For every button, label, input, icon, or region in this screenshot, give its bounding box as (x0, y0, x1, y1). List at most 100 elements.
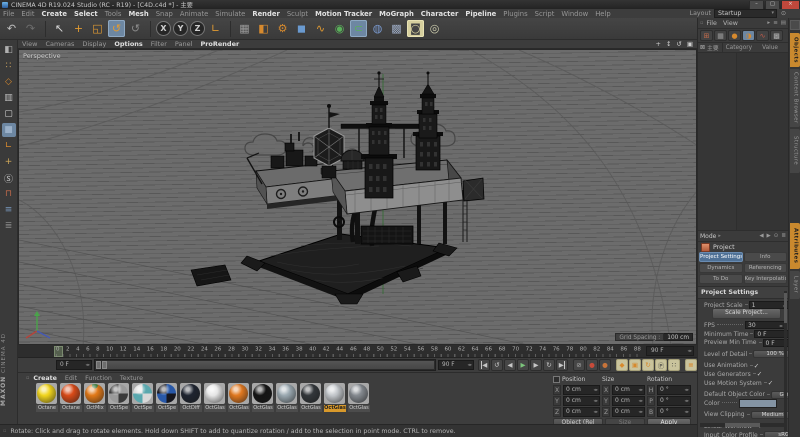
viewport-menu-display[interactable]: Display (82, 40, 106, 48)
render-settings-button[interactable]: ⚙ (274, 20, 291, 37)
material-item[interactable]: OctGlas (276, 383, 298, 412)
menu-character[interactable]: Character (421, 10, 459, 18)
material-thumbnail[interactable] (276, 383, 297, 404)
preview-range-slider[interactable] (94, 359, 436, 371)
material-item[interactable]: OctGlas (204, 383, 226, 412)
deformers-menu[interactable]: ⊂ (350, 20, 367, 37)
rotate-tool[interactable]: ↺ (108, 20, 125, 37)
material-ball-icon[interactable]: ● (728, 30, 741, 41)
tab-to-do[interactable]: To Do (699, 274, 743, 284)
material-label[interactable]: OctGlas (228, 405, 250, 412)
material-label[interactable]: OctGlas (204, 405, 226, 412)
category-value-pane[interactable] (737, 53, 788, 230)
history-forward-icon[interactable]: ▶ (767, 233, 771, 239)
redo-button[interactable]: ↷ (22, 20, 39, 37)
axis-mode-button[interactable]: ∟ (2, 139, 16, 153)
polygons-mode-button[interactable]: ▥ (2, 91, 16, 105)
coordinate-system-toggle[interactable]: ∟ (207, 20, 224, 37)
autokeying-button[interactable]: ● (586, 359, 598, 371)
material-menu-function[interactable]: Function (85, 375, 112, 382)
spinner-icon[interactable]: ◂▸ (638, 386, 643, 395)
expand-icon[interactable]: ▸ (767, 20, 770, 26)
goto-start-button[interactable]: ◀ (478, 359, 490, 371)
panel-menu-icon[interactable]: ▤ (781, 20, 786, 26)
list-icon[interactable]: ≡ (773, 20, 778, 26)
tab-project-settings[interactable]: Project Settings (699, 252, 743, 262)
scene-nodes-icon[interactable]: ⊞ (700, 30, 713, 41)
material-label[interactable]: OctSpe (132, 405, 154, 412)
render-view-button[interactable]: ▦ (236, 20, 253, 37)
material-thumbnail[interactable] (204, 383, 225, 404)
material-thumbnail[interactable] (324, 383, 345, 404)
vertical-scrollbar[interactable] (784, 291, 787, 431)
attribute-section-header[interactable]: Project Settings (698, 286, 788, 299)
x-axis-lock[interactable]: X (156, 21, 171, 36)
scale-tool[interactable]: ◱ (89, 20, 106, 37)
category-column-header[interactable]: Category (726, 45, 752, 51)
panel-menu-icon[interactable] (790, 20, 800, 30)
scrollbar-thumb[interactable] (784, 293, 787, 323)
tab-referencing[interactable]: Referencing (744, 263, 788, 273)
material-item[interactable]: OctSpe (132, 383, 154, 412)
material-thumbnail[interactable] (156, 383, 177, 404)
material-thumbnail[interactable] (36, 383, 57, 404)
material-menu-texture[interactable]: Texture (120, 375, 143, 382)
viewport-menu-prorender[interactable]: ProRender (200, 40, 239, 48)
y-axis-lock[interactable]: Y (173, 21, 188, 36)
toggle-view-icon[interactable]: ▣ (687, 40, 693, 48)
material-label[interactable]: OctSpe (156, 405, 178, 412)
material-thumbnail[interactable] (84, 383, 105, 404)
make-editable-button[interactable]: ◧ (2, 43, 16, 57)
rotation-b-field[interactable]: 0 °◂▸ (657, 407, 691, 417)
enable-axis-button[interactable]: + (2, 155, 16, 169)
material-item[interactable]: OctSpe (108, 383, 130, 412)
spinner-icon[interactable]: ◂▸ (779, 322, 783, 329)
next-key-button[interactable]: ↻ (543, 359, 555, 371)
play-forward-button[interactable]: ▶ (517, 359, 529, 371)
material-thumbnail[interactable] (60, 383, 81, 404)
generators-menu[interactable]: ◉ (331, 20, 348, 37)
move-tool[interactable]: + (70, 20, 87, 37)
points-mode-button[interactable]: ∷ (2, 59, 16, 73)
material-menu-create[interactable]: Create (33, 375, 57, 382)
spinner-icon[interactable]: ◂▸ (638, 397, 643, 406)
menu-help[interactable]: Help (595, 10, 611, 18)
active-object-icon[interactable]: ◑ (742, 30, 755, 41)
material-label[interactable]: Octane (60, 405, 82, 412)
menu-mesh[interactable]: Mesh (128, 10, 148, 18)
previous-frame-button[interactable]: ◀ (504, 359, 516, 371)
spinner-icon[interactable]: ◂▸ (85, 361, 90, 370)
side-tab-objects[interactable]: Objects (790, 33, 800, 67)
material-menu-edit[interactable]: Edit (65, 375, 77, 382)
previous-key-button[interactable]: ↺ (491, 359, 503, 371)
tab-dynamics[interactable]: Dynamics (699, 263, 743, 273)
menu-tools[interactable]: Tools (105, 10, 122, 18)
spinner-icon[interactable]: ◂▸ (684, 408, 689, 417)
material-item[interactable]: OctDiff (180, 383, 202, 412)
material-item[interactable]: OctGlas (324, 383, 346, 412)
magnet-snap-button[interactable]: ⊓ (2, 187, 16, 201)
keyframe-selection-button[interactable]: ● (599, 359, 611, 371)
attr-field-fps[interactable]: 30◂▸ (745, 321, 785, 329)
snap-button[interactable]: Ⓢ (2, 171, 16, 185)
side-tab-layer[interactable]: Layer (790, 271, 800, 299)
menu-sculpt[interactable]: Sculpt (287, 10, 308, 18)
scrollbar-thumb[interactable] (725, 423, 760, 427)
lock-workplane-button[interactable]: ≣ (2, 219, 16, 233)
menu-create[interactable]: Create (42, 10, 67, 18)
range-bar[interactable] (107, 361, 434, 369)
menu-edit[interactable]: Edit (21, 10, 34, 18)
light-menu[interactable]: ◎ (426, 20, 443, 37)
spline-pen-menu[interactable]: ∿ (312, 20, 329, 37)
panel-grip-icon[interactable]: ▫ (26, 375, 29, 381)
rotate-view-icon[interactable]: ↺ (676, 40, 681, 48)
material-thumbnail[interactable] (348, 383, 369, 404)
panel-grip-icon[interactable]: ▫ (700, 20, 703, 26)
material-thumbnail[interactable] (132, 383, 153, 404)
size-z-field[interactable]: 0 cm◂▸ (612, 407, 645, 417)
rotation-h-field[interactable]: 0 °◂▸ (657, 385, 691, 395)
record-objects-button[interactable]: ⊘ (573, 359, 585, 371)
model-mode-button[interactable]: ▢ (2, 107, 16, 121)
spinner-icon[interactable]: ◂▸ (684, 397, 689, 406)
primitive-cube-menu[interactable]: ◼ (293, 20, 310, 37)
